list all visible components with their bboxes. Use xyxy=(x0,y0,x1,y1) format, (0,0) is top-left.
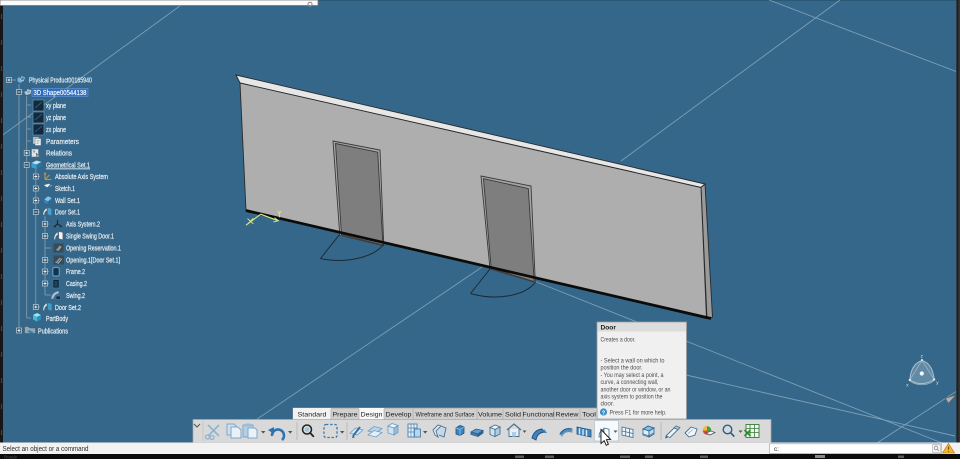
svg-text:door.: door. xyxy=(601,401,615,408)
svg-text:Publications: Publications xyxy=(38,329,68,336)
svg-text:Solid: Solid xyxy=(505,412,522,419)
svg-text:Volume: Volume xyxy=(478,412,503,419)
svg-text:Door: Door xyxy=(601,325,617,332)
svg-text:Absolute Axis System: Absolute Axis System xyxy=(55,174,108,181)
svg-text:Standard: Standard xyxy=(298,412,328,419)
svg-text:Select an object or a command: Select an object or a command xyxy=(3,446,89,453)
svg-text:Swing.2: Swing.2 xyxy=(66,293,85,300)
svg-text:Prepare: Prepare xyxy=(333,412,359,419)
svg-text:Press F1 for more help.: Press F1 for more help. xyxy=(610,410,667,417)
svg-text:?: ? xyxy=(602,411,606,417)
svg-text:Frame.2: Frame.2 xyxy=(66,269,85,276)
svg-text:Parameters: Parameters xyxy=(46,139,80,146)
svg-text:PartBody: PartBody xyxy=(46,316,68,323)
svg-text:zx plane: zx plane xyxy=(46,127,66,134)
svg-text:Develop: Develop xyxy=(386,412,413,419)
svg-text:- You may select a point, a: - You may select a point, a xyxy=(601,372,664,379)
svg-text:Geometrical Set.1: Geometrical Set.1 xyxy=(46,163,90,170)
svg-text:position the door.: position the door. xyxy=(601,365,643,372)
svg-text:Tool: Tool xyxy=(582,412,596,419)
svg-text:xy plane: xy plane xyxy=(46,103,66,110)
svg-text:Physical Product00165940: Physical Product00165940 xyxy=(29,78,92,85)
svg-text:Wireframe and Surface: Wireframe and Surface xyxy=(416,412,475,419)
svg-text:Opening.1[Door Set.1]: Opening.1[Door Set.1] xyxy=(66,258,120,265)
svg-text:Door Set.2: Door Set.2 xyxy=(55,305,81,312)
svg-text:Casing.2: Casing.2 xyxy=(66,281,87,288)
svg-text:curve, a connecting wall,: curve, a connecting wall, xyxy=(601,379,659,386)
svg-text:Wall Set.1: Wall Set.1 xyxy=(55,198,80,205)
svg-text:Opening Reservation.1: Opening Reservation.1 xyxy=(66,246,121,253)
svg-text:Functional: Functional xyxy=(523,412,555,419)
svg-text:Creates a door.: Creates a door. xyxy=(601,337,636,344)
svg-text:Design: Design xyxy=(361,412,384,419)
svg-text:yz plane: yz plane xyxy=(46,115,66,122)
svg-text:axis system to position the: axis system to position the xyxy=(601,394,663,401)
svg-text:Door Set.1: Door Set.1 xyxy=(55,210,80,217)
svg-text:c:: c: xyxy=(774,446,779,453)
svg-text:Relations: Relations xyxy=(46,151,72,158)
svg-text:another door or window, or an: another door or window, or an xyxy=(601,386,671,393)
svg-text:Review: Review xyxy=(556,412,579,419)
svg-text:- Select a wall on which to: - Select a wall on which to xyxy=(601,358,665,365)
svg-text:Axis System.2: Axis System.2 xyxy=(66,222,100,229)
svg-text:Ready: Ready xyxy=(4,454,18,459)
svg-text:Single Swing Door.1: Single Swing Door.1 xyxy=(66,234,114,241)
svg-text:Sketch.1: Sketch.1 xyxy=(55,186,75,193)
svg-text:3D Shape00544138: 3D Shape00544138 xyxy=(34,90,87,97)
